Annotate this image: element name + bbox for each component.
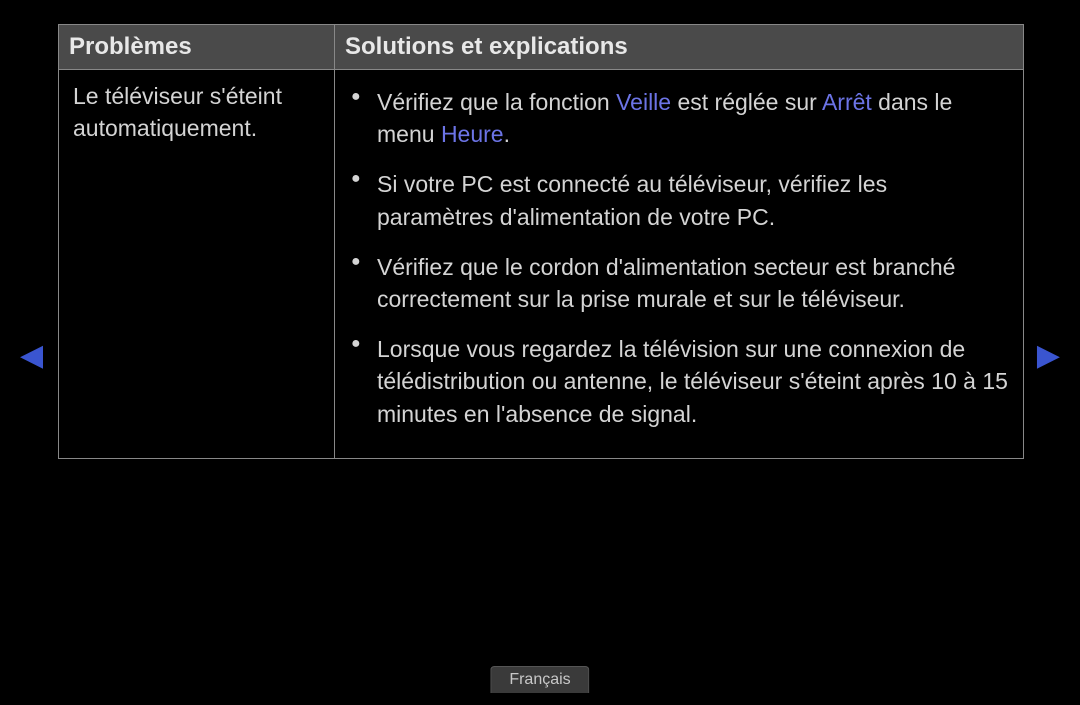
solution-item: Si votre PC est connecté au téléviseur, … [349, 162, 1009, 244]
problem-cell: Le téléviseur s'éteint automatiquement. [59, 70, 335, 458]
highlight-heure: Heure [441, 121, 504, 147]
next-page-arrow-icon[interactable]: ▶ [1037, 338, 1060, 373]
solutions-cell: Vérifiez que la fonction Veille est régl… [335, 70, 1023, 458]
language-badge: Français [490, 666, 589, 693]
col-header-solutions: Solutions et explications [335, 25, 1023, 69]
table-body-row: Le téléviseur s'éteint automatiquement. … [59, 70, 1023, 458]
col-header-problems: Problèmes [59, 25, 335, 69]
prev-page-arrow-icon[interactable]: ◀ [20, 338, 43, 373]
highlight-veille: Veille [616, 89, 671, 115]
highlight-arret: Arrêt [822, 89, 872, 115]
text: est réglée sur [671, 89, 822, 115]
solution-item: Lorsque vous regardez la télévision sur … [349, 327, 1009, 442]
solution-item: Vérifiez que le cordon d'alimentation se… [349, 245, 1009, 327]
table-header-row: Problèmes Solutions et explications [59, 25, 1023, 70]
text: . [504, 121, 510, 147]
text: Vérifiez que la fonction [377, 89, 616, 115]
troubleshoot-table: Problèmes Solutions et explications Le t… [58, 24, 1024, 459]
solution-item: Vérifiez que la fonction Veille est régl… [349, 80, 1009, 162]
